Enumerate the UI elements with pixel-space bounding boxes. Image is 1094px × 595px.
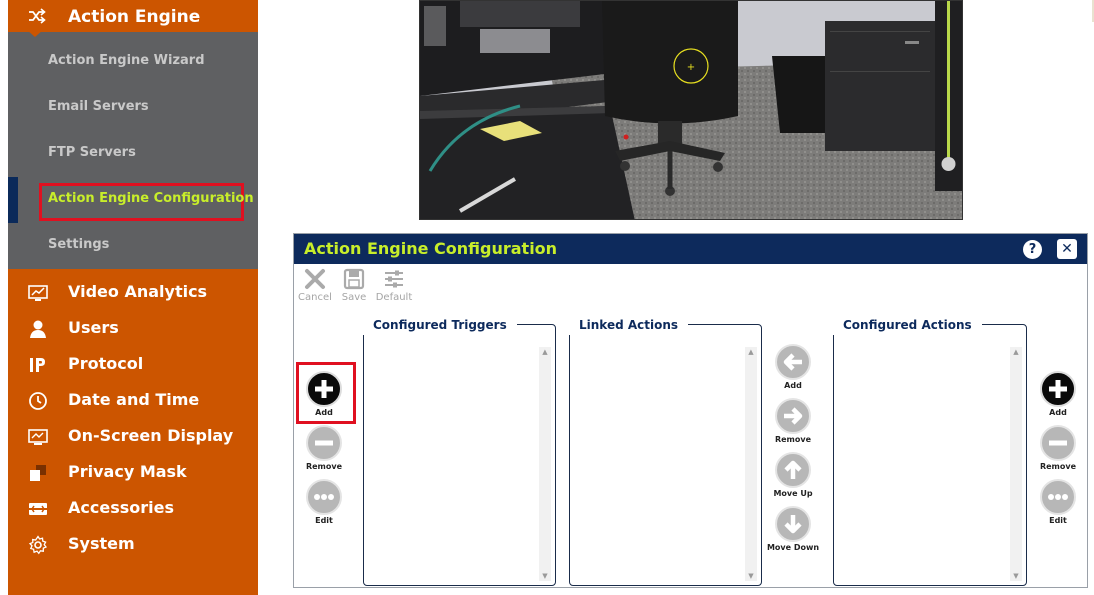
edit-trigger-button[interactable]: Edit [294, 479, 354, 525]
sidebar-item-label: Users [68, 318, 119, 337]
edit-action-button[interactable]: Edit [1028, 479, 1088, 525]
camera-live-view[interactable]: + [419, 0, 963, 220]
scroll-up-icon[interactable]: ▲ [745, 347, 757, 357]
remove-label: Remove [774, 435, 812, 444]
minus-circle-icon [306, 425, 342, 461]
sidebar-item-label: Privacy Mask [68, 462, 187, 481]
submenu-item-action-engine-configuration[interactable]: Action Engine Configuration [48, 191, 254, 206]
save-label: Save [341, 292, 367, 303]
linked-actions-panel[interactable]: Linked Actions ▲ ▼ [569, 315, 762, 586]
camera-feed-image: + [420, 1, 962, 219]
configured-triggers-panel[interactable]: Configured Triggers ▲ ▼ [363, 315, 556, 586]
scroll-down-icon[interactable]: ▼ [1010, 571, 1022, 581]
add-action-button[interactable]: Add [1028, 371, 1088, 417]
svg-text:+: + [687, 62, 695, 73]
sidebar-item-date-and-time[interactable]: Date and Time [8, 383, 258, 419]
configured-actions-panel[interactable]: Configured Actions ▲ ▼ [833, 315, 1027, 586]
user-icon [30, 320, 46, 338]
shuffle-icon [29, 8, 46, 24]
monitor-icon [28, 429, 48, 445]
dialog-title-bar: Action Engine Configuration ? ✕ [294, 234, 1087, 264]
cancel-button[interactable]: Cancel [295, 268, 335, 308]
sidebar-item-users[interactable]: Users [8, 311, 258, 347]
sidebar-item-label: Video Analytics [68, 282, 208, 301]
default-label: Default [375, 292, 413, 303]
action-engine-submenu: Action Engine Wizard Email Servers FTP S… [8, 32, 258, 269]
arrow-right-circle-icon [775, 398, 811, 434]
submenu-item-email-servers[interactable]: Email Servers [48, 99, 149, 114]
accessories-icon [29, 503, 47, 515]
save-button[interactable]: Save [334, 268, 374, 308]
actions-scrollbar[interactable]: ▲ ▼ [1010, 347, 1022, 581]
edit-label: Edit [315, 516, 333, 525]
submenu-item-settings[interactable]: Settings [48, 237, 109, 252]
move-down-button[interactable]: Move Down [763, 506, 823, 552]
minus-circle-icon [1040, 425, 1076, 461]
scroll-up-icon[interactable]: ▲ [539, 347, 551, 357]
plus-circle-icon [1040, 371, 1076, 407]
add-label: Add [784, 381, 802, 390]
add-linked-action-button[interactable]: Add [763, 344, 823, 390]
plus-circle-icon [306, 371, 342, 407]
move-up-button[interactable]: Move Up [763, 452, 823, 498]
triggers-scrollbar[interactable]: ▲ ▼ [539, 347, 551, 581]
active-indicator [8, 177, 18, 223]
sidebar-item-system[interactable]: System [8, 527, 258, 563]
gear-icon [28, 535, 48, 555]
clock-icon [29, 392, 47, 410]
sliders-icon [385, 270, 403, 288]
linked-actions-title: Linked Actions [569, 315, 689, 335]
default-button[interactable]: Default [374, 268, 414, 308]
action-engine-configuration-dialog: Action Engine Configuration ? ✕ Cancel S… [293, 233, 1088, 588]
scroll-down-icon[interactable]: ▼ [745, 571, 757, 581]
sidebar: Action Engine Action Engine Wizard Email… [8, 0, 258, 595]
sidebar-header-label: Action Engine [68, 7, 201, 27]
sidebar-item-video-analytics[interactable]: Video Analytics [8, 275, 258, 311]
sidebar-item-label: Protocol [68, 354, 144, 373]
remove-label: Remove [1039, 462, 1077, 471]
submenu-item-wizard[interactable]: Action Engine Wizard [48, 53, 205, 68]
remove-label: Remove [305, 462, 343, 471]
more-circle-icon [1040, 479, 1076, 515]
header-notch [27, 30, 43, 37]
remove-trigger-button[interactable]: Remove [294, 425, 354, 471]
scroll-up-icon[interactable]: ▲ [1010, 347, 1022, 357]
sidebar-item-label: Accessories [68, 498, 174, 517]
more-circle-icon [306, 479, 342, 515]
move-down-label: Move Down [766, 543, 820, 552]
configured-triggers-title: Configured Triggers [363, 315, 517, 335]
sidebar-item-label: System [68, 534, 135, 553]
configured-actions-title: Configured Actions [833, 315, 982, 335]
sidebar-item-protocol[interactable]: Protocol [8, 347, 258, 383]
remove-linked-action-button[interactable]: Remove [763, 398, 823, 444]
mask-icon [30, 465, 46, 481]
cancel-icon [305, 269, 325, 289]
add-trigger-button[interactable]: Add [294, 371, 354, 417]
sidebar-item-label: Date and Time [68, 390, 200, 409]
sidebar-item-privacy-mask[interactable]: Privacy Mask [8, 455, 258, 491]
add-label: Add [1049, 408, 1067, 417]
arrow-left-circle-icon [775, 344, 811, 380]
cancel-label: Cancel [298, 292, 332, 303]
save-icon [343, 268, 365, 290]
sidebar-item-accessories[interactable]: Accessories [8, 491, 258, 527]
linked-scrollbar[interactable]: ▲ ▼ [745, 347, 757, 581]
analytics-icon [28, 285, 48, 301]
edit-label: Edit [1049, 516, 1067, 525]
move-up-label: Move Up [773, 489, 813, 498]
ip-icon [30, 358, 45, 372]
scroll-down-icon[interactable]: ▼ [539, 571, 551, 581]
sidebar-header-action-engine[interactable]: Action Engine [8, 0, 258, 37]
arrow-down-circle-icon [775, 506, 811, 542]
dialog-title: Action Engine Configuration [304, 239, 558, 258]
close-icon[interactable]: ✕ [1057, 239, 1077, 259]
remove-action-button[interactable]: Remove [1028, 425, 1088, 471]
arrow-up-circle-icon [775, 452, 811, 488]
add-label: Add [315, 408, 333, 417]
submenu-item-ftp-servers[interactable]: FTP Servers [48, 145, 136, 160]
sidebar-item-on-screen-display[interactable]: On-Screen Display [8, 419, 258, 455]
help-icon[interactable]: ? [1023, 240, 1042, 259]
sidebar-item-label: On-Screen Display [68, 426, 234, 445]
